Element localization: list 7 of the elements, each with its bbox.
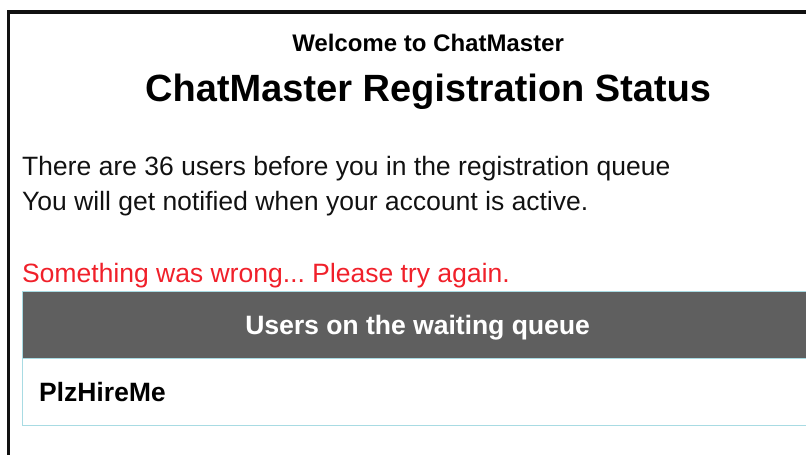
error-message: Something was wrong... Please try again.: [22, 257, 510, 289]
status-message: You will get notified when your account is active.: [22, 185, 588, 218]
table-cell: PlzHireMe: [22, 358, 806, 426]
page-title: ChatMaster Registration Status: [145, 68, 711, 111]
welcome-heading: Welcome to ChatMaster: [292, 30, 564, 58]
column-header: Users on the waiting queue: [22, 292, 806, 358]
status-message: There are 36 users before you in the registration queue: [22, 150, 670, 183]
